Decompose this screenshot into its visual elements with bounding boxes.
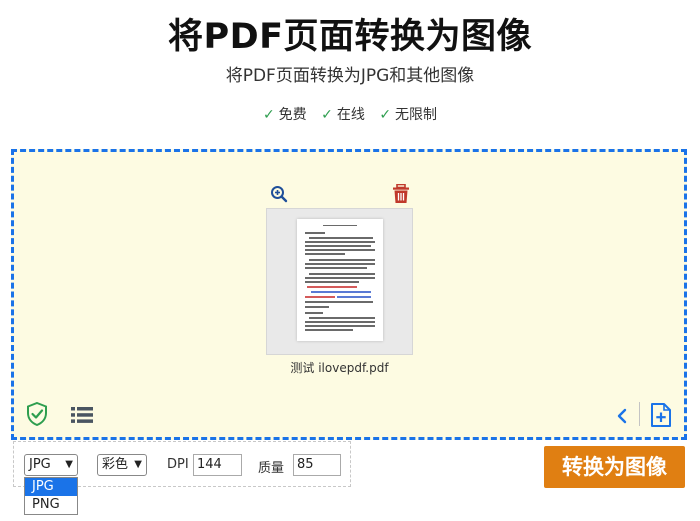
check-icon: ✓: [379, 107, 392, 123]
page-subtitle: 将PDF页面转换为JPG和其他图像: [225, 66, 475, 86]
format-option-png[interactable]: PNG: [25, 496, 77, 514]
chevron-down-icon: ▼: [134, 459, 142, 470]
format-select-value: JPG: [29, 457, 51, 472]
toolbar-divider: [639, 402, 640, 426]
zoom-in-icon[interactable]: [270, 185, 288, 203]
feature-free: ✓ 免费: [263, 104, 307, 124]
color-select-value: 彩色: [102, 457, 129, 472]
pdf-page-thumbnail[interactable]: [266, 208, 413, 355]
quality-input[interactable]: 85: [293, 454, 341, 476]
trash-icon[interactable]: [392, 184, 410, 204]
format-select[interactable]: JPG ▼: [24, 454, 78, 476]
list-view-icon[interactable]: [71, 407, 93, 423]
add-file-icon[interactable]: [650, 402, 672, 428]
feature-label: 免费: [278, 107, 307, 123]
check-icon: ✓: [321, 107, 333, 123]
chevron-left-icon[interactable]: [616, 408, 628, 424]
format-option-jpg[interactable]: JPG: [25, 478, 77, 496]
dpi-input[interactable]: 144: [193, 454, 242, 476]
feature-label: 在线: [336, 107, 365, 123]
file-dropzone[interactable]: 测试 ilovepdf.pdf: [11, 149, 687, 440]
format-dropdown-list: JPG PNG: [24, 477, 78, 515]
chevron-down-icon: ▼: [65, 459, 73, 470]
quality-label: 质量: [258, 461, 285, 476]
file-name: 测试 ilovepdf.pdf: [290, 361, 389, 375]
feature-unlimited: ✓ 无限制: [379, 104, 437, 124]
page-title: 将PDF页面转换为图像: [167, 17, 533, 57]
pdf-page-preview: [297, 219, 383, 341]
color-select[interactable]: 彩色 ▼: [97, 454, 147, 476]
check-icon: ✓: [262, 107, 275, 123]
feature-list: ✓ 免费 ✓ 在线 ✓ 无限制: [0, 104, 700, 124]
shield-check-icon[interactable]: [26, 402, 48, 426]
feature-label: 无限制: [395, 107, 438, 123]
dpi-label: DPI: [167, 457, 189, 472]
feature-online: ✓ 在线: [321, 104, 365, 124]
convert-to-image-button[interactable]: 转换为图像: [544, 446, 685, 488]
